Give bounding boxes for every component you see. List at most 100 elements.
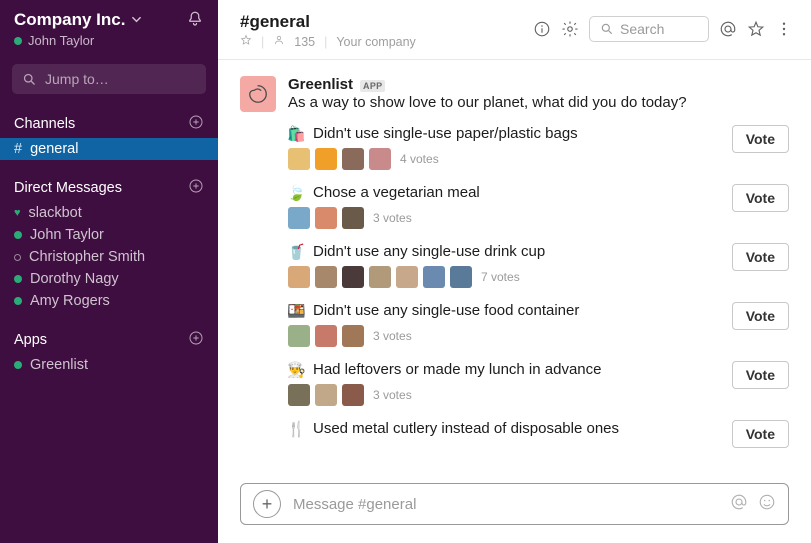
voter-avatar[interactable] bbox=[342, 384, 364, 406]
bell-icon[interactable] bbox=[186, 10, 204, 32]
add-dm-icon[interactable] bbox=[188, 178, 204, 198]
poll-option: 🥤Didn't use any single-use drink cup7 vo… bbox=[288, 243, 789, 288]
emoji-icon[interactable] bbox=[758, 493, 776, 515]
voter-avatar[interactable] bbox=[342, 266, 364, 288]
poll-option: 🍃Chose a vegetarian meal3 votesVote bbox=[288, 184, 789, 229]
jump-to-input[interactable]: Jump to… bbox=[12, 64, 206, 94]
more-icon[interactable] bbox=[775, 20, 793, 38]
option-label: Didn't use single-use paper/plastic bags bbox=[313, 125, 578, 142]
gear-icon[interactable] bbox=[561, 20, 579, 38]
current-user-name: John Taylor bbox=[28, 33, 94, 48]
add-channel-icon[interactable] bbox=[188, 114, 204, 134]
option-emoji: 🍃 bbox=[288, 184, 305, 201]
vote-count: 3 votes bbox=[373, 388, 412, 402]
message-author[interactable]: Greenlist bbox=[288, 76, 353, 93]
mentions-icon[interactable] bbox=[719, 20, 737, 38]
channel-topic[interactable]: Your company bbox=[336, 35, 415, 49]
voter-avatar[interactable] bbox=[315, 384, 337, 406]
dm-item[interactable]: Amy Rogers bbox=[0, 290, 218, 312]
vote-count: 4 votes bbox=[400, 152, 439, 166]
voter-avatar[interactable] bbox=[288, 207, 310, 229]
apps-header[interactable]: Apps bbox=[0, 326, 218, 354]
voter-avatar[interactable] bbox=[450, 266, 472, 288]
voter-avatar[interactable] bbox=[396, 266, 418, 288]
option-emoji: 🍱 bbox=[288, 302, 305, 319]
voter-avatar[interactable] bbox=[423, 266, 445, 288]
option-label: Had leftovers or made my lunch in advanc… bbox=[313, 361, 601, 378]
workspace-name: Company Inc. bbox=[14, 10, 125, 30]
dm-label: Amy Rogers bbox=[30, 293, 110, 309]
avatar[interactable] bbox=[240, 76, 276, 112]
voter-avatar[interactable] bbox=[288, 384, 310, 406]
voter-avatar[interactable] bbox=[342, 148, 364, 170]
search-input[interactable]: Search bbox=[589, 16, 709, 42]
voter-avatar[interactable] bbox=[369, 148, 391, 170]
main-panel: #general | 135 | Your company bbox=[218, 0, 811, 543]
presence-indicator bbox=[14, 275, 22, 283]
channel-name[interactable]: #general bbox=[240, 12, 416, 32]
star-icon[interactable] bbox=[240, 34, 252, 49]
message-composer[interactable]: + Message #general bbox=[240, 483, 789, 525]
message-list: Greenlist APP As a way to show love to o… bbox=[218, 60, 811, 483]
message-text: As a way to show love to our planet, wha… bbox=[288, 94, 789, 111]
app-badge: APP bbox=[360, 80, 385, 92]
voter-avatar[interactable] bbox=[288, 148, 310, 170]
app-item[interactable]: Greenlist bbox=[0, 354, 218, 376]
channels-title: Channels bbox=[14, 116, 75, 132]
voter-avatar[interactable] bbox=[315, 325, 337, 347]
presence-indicator bbox=[14, 254, 21, 261]
vote-button[interactable]: Vote bbox=[732, 243, 789, 271]
dm-label: John Taylor bbox=[30, 227, 104, 243]
member-count[interactable]: 135 bbox=[294, 35, 315, 49]
message: Greenlist APP As a way to show love to o… bbox=[240, 76, 811, 448]
dm-label: slackbot bbox=[29, 205, 82, 221]
option-emoji: 🛍️ bbox=[288, 125, 305, 142]
voter-avatar[interactable] bbox=[315, 266, 337, 288]
composer-placeholder: Message #general bbox=[293, 496, 718, 513]
poll-option: 🍱 Didn't use any single-use food containe… bbox=[288, 302, 789, 347]
apps-title: Apps bbox=[14, 332, 47, 348]
option-label: Used metal cutlery instead of disposable… bbox=[313, 420, 619, 437]
channels-header[interactable]: Channels bbox=[0, 110, 218, 138]
option-emoji: 🍴 bbox=[288, 420, 305, 437]
sidebar: Company Inc. John Taylor Jump to… Channe… bbox=[0, 0, 218, 543]
poll-option: 🍴 Used metal cutlery instead of disposabl… bbox=[288, 420, 789, 448]
voter-avatar[interactable] bbox=[342, 325, 364, 347]
dm-label: Dorothy Nagy bbox=[30, 271, 119, 287]
voter-avatar[interactable] bbox=[342, 207, 364, 229]
star-header-icon[interactable] bbox=[747, 20, 765, 38]
add-app-icon[interactable] bbox=[188, 330, 204, 350]
current-user: John Taylor bbox=[14, 33, 142, 48]
dms-header[interactable]: Direct Messages bbox=[0, 174, 218, 202]
dm-item[interactable]: John Taylor bbox=[0, 224, 218, 246]
channel-item[interactable]: #general bbox=[0, 138, 218, 160]
voter-avatar[interactable] bbox=[288, 325, 310, 347]
voter-avatar[interactable] bbox=[288, 266, 310, 288]
vote-button[interactable]: Vote bbox=[732, 125, 789, 153]
dm-item[interactable]: ♥slackbot bbox=[0, 202, 218, 224]
presence-indicator bbox=[14, 297, 22, 305]
vote-button[interactable]: Vote bbox=[732, 420, 789, 448]
option-emoji: 👨‍🍳 bbox=[288, 361, 305, 378]
option-label: Didn't use any single-use food container bbox=[313, 302, 579, 319]
vote-button[interactable]: Vote bbox=[732, 302, 789, 330]
vote-count: 7 votes bbox=[481, 270, 520, 284]
voter-avatar[interactable] bbox=[315, 207, 337, 229]
dm-item[interactable]: Christopher Smith bbox=[0, 246, 218, 268]
info-icon[interactable] bbox=[533, 20, 551, 38]
presence-indicator bbox=[14, 37, 22, 45]
dms-title: Direct Messages bbox=[14, 180, 122, 196]
members-icon[interactable] bbox=[273, 34, 285, 49]
presence-indicator bbox=[14, 231, 22, 239]
dm-item[interactable]: Dorothy Nagy bbox=[0, 268, 218, 290]
hash-icon: # bbox=[14, 141, 22, 157]
attach-button[interactable]: + bbox=[253, 490, 281, 518]
vote-button[interactable]: Vote bbox=[732, 361, 789, 389]
voter-avatar[interactable] bbox=[315, 148, 337, 170]
vote-count: 3 votes bbox=[373, 329, 412, 343]
voter-avatar[interactable] bbox=[369, 266, 391, 288]
workspace-header[interactable]: Company Inc. John Taylor bbox=[0, 0, 218, 56]
mention-icon[interactable] bbox=[730, 493, 748, 515]
search-placeholder: Search bbox=[620, 21, 664, 37]
vote-button[interactable]: Vote bbox=[732, 184, 789, 212]
